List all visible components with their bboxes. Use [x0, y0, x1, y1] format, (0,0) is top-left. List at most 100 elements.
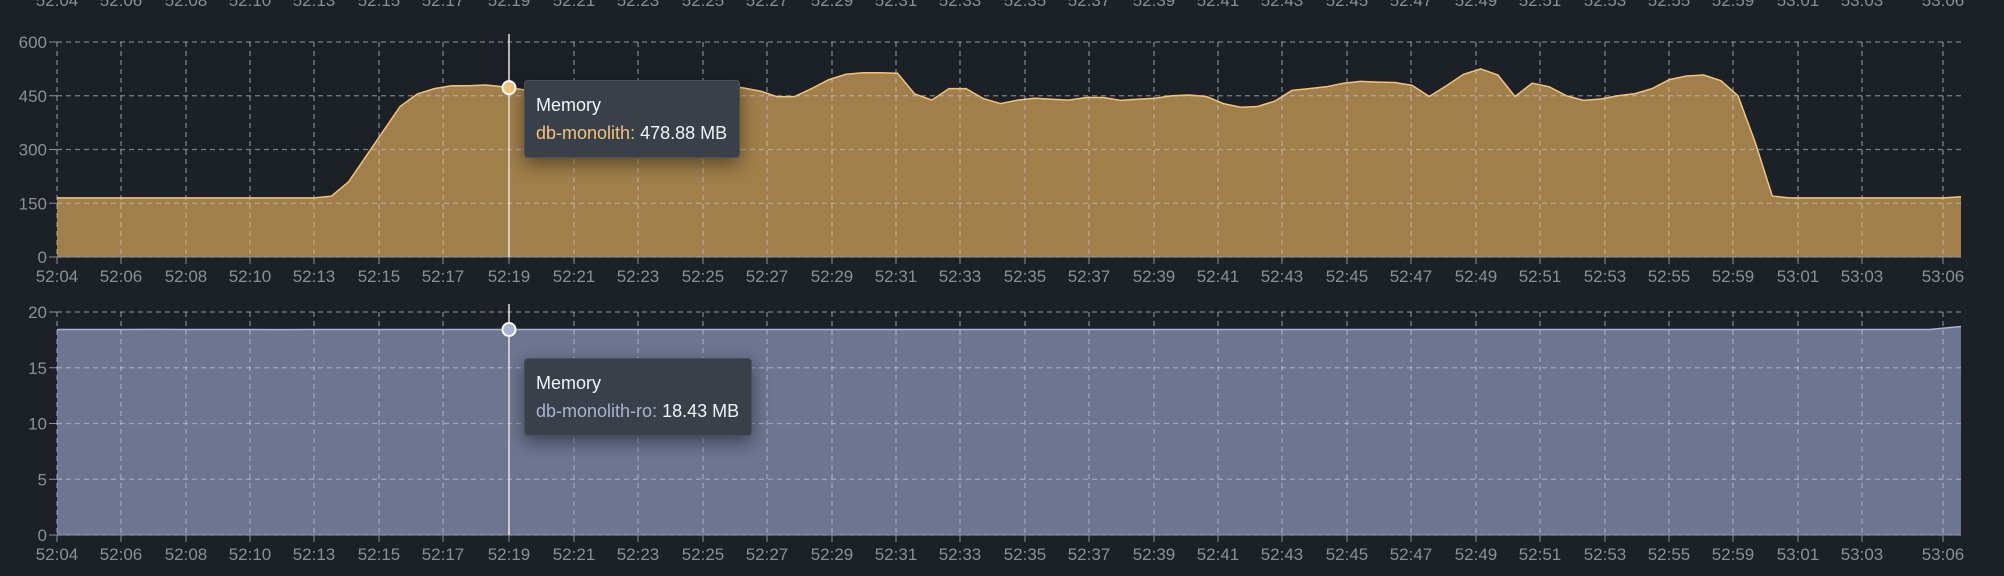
x-tick-label: 52:04	[36, 267, 79, 286]
x-tick-label: 53:01	[1777, 267, 1820, 286]
y-tick-label: 0	[38, 248, 47, 267]
x-tick-label-top: 52:27	[746, 0, 789, 10]
x-tick-label: 52:31	[875, 267, 918, 286]
x-tick-label-top: 52:49	[1455, 0, 1498, 10]
x-tick-label: 52:35	[1004, 267, 1047, 286]
x-tick-label-top: 52:08	[165, 0, 208, 10]
x-tick-label: 53:01	[1777, 545, 1820, 564]
x-tick-label: 52:06	[100, 545, 143, 564]
x-tick-label-top: 52:19	[488, 0, 531, 10]
x-tick-label: 53:03	[1841, 267, 1884, 286]
series-line-db-monolith-ro	[57, 325, 1962, 331]
x-tick-label: 52:45	[1326, 545, 1369, 564]
x-tick-label: 52:15	[358, 545, 401, 564]
x-tick-label: 52:45	[1326, 267, 1369, 286]
hover-point-db-monolith	[501, 80, 517, 96]
x-tick-label: 52:23	[617, 267, 660, 286]
x-tick-label-top: 52:10	[229, 0, 272, 10]
y-tick-label: 150	[19, 194, 47, 213]
x-tick-label: 52:39	[1133, 267, 1176, 286]
x-tick-label-top: 52:25	[682, 0, 725, 10]
y-tick-label: 600	[19, 33, 47, 52]
x-tick-label: 52:47	[1390, 267, 1433, 286]
x-tick-label: 52:33	[939, 267, 982, 286]
x-tick-label: 52:59	[1712, 545, 1755, 564]
x-tick-label: 52:13	[293, 267, 336, 286]
x-tick-label: 52:53	[1584, 267, 1627, 286]
x-tick-label: 52:33	[939, 545, 982, 564]
charts-svg: 015030045060052:0452:0452:0652:0652:0852…	[19, 0, 1965, 564]
x-tick-label: 52:43	[1261, 545, 1304, 564]
x-tick-label-top: 52:43	[1261, 0, 1304, 10]
tooltip-colon: :	[630, 123, 641, 143]
x-tick-label-top: 52:39	[1133, 0, 1176, 10]
x-tick-label: 52:53	[1584, 545, 1627, 564]
x-tick-label-top: 52:17	[422, 0, 465, 10]
tooltip-value: 478.88 MB	[640, 123, 728, 143]
x-tick-label: 52:49	[1455, 267, 1498, 286]
x-tick-label: 52:51	[1519, 545, 1562, 564]
chart-panel-1: 0 5 10 15 20 52:04 52:06 52:08 52:10 52:13 52:15 52…	[28, 303, 1964, 564]
x-tick-label: 52:25	[682, 267, 725, 286]
x-tick-label: 52:13	[293, 545, 336, 564]
y-tick-label: 5	[38, 470, 47, 489]
x-tick-label-top: 52:06	[100, 0, 143, 10]
x-tick-label: 52:17	[422, 545, 465, 564]
x-tick-label: 52:35	[1004, 545, 1047, 564]
x-tick-label: 52:39	[1133, 545, 1176, 564]
x-tick-label: 52:29	[811, 545, 854, 564]
y-tick-label: 15	[28, 359, 47, 378]
x-tick-label: 52:15	[358, 267, 401, 286]
x-tick-label: 52:47	[1390, 545, 1433, 564]
x-tick-label: 52:55	[1648, 545, 1691, 564]
chart-panel-0: 0 150 300 450 600 52:04 52:04 52:06 52:06 52:08 52…	[19, 0, 1965, 286]
x-tick-label: 52:19	[488, 267, 531, 286]
tooltip-memory-db-monolith-ro: Memory db-monolith-ro: 18.43 MB	[524, 358, 753, 436]
x-tick-label: 52:27	[746, 545, 789, 564]
y-tick-label: 0	[38, 526, 47, 545]
x-tick-label-top: 52:23	[617, 0, 660, 10]
x-tick-label-top: 52:51	[1519, 0, 1562, 10]
x-tick-label-top: 52:31	[875, 0, 918, 10]
x-tick-label-top: 52:15	[358, 0, 401, 10]
x-tick-label-top: 52:33	[939, 0, 982, 10]
x-tick-label: 52:10	[229, 267, 272, 286]
x-tick-label: 52:55	[1648, 267, 1691, 286]
y-tick-label: 20	[28, 303, 47, 322]
x-tick-label-top: 52:59	[1712, 0, 1755, 10]
x-tick-label: 52:27	[746, 267, 789, 286]
x-tick-label-top: 53:06	[1922, 0, 1965, 10]
x-tick-label-top: 52:45	[1326, 0, 1369, 10]
x-tick-label: 52:21	[553, 267, 596, 286]
x-tick-label: 53:06	[1922, 267, 1965, 286]
dashboard-stage: 0 150 300 450 600 52:04 52:04 52:06 52:06 52:08 52…	[0, 0, 2004, 576]
x-tick-label-top: 52:21	[553, 0, 596, 10]
x-tick-label: 52:21	[553, 545, 596, 564]
x-tick-label: 52:37	[1068, 545, 1111, 564]
tooltip-memory-db-monolith: Memory db-monolith: 478.88 MB	[524, 80, 741, 158]
x-tick-label: 52:19	[488, 545, 531, 564]
x-tick-label: 52:06	[100, 267, 143, 286]
x-tick-label-top: 52:35	[1004, 0, 1047, 10]
x-tick-label: 52:41	[1197, 267, 1240, 286]
tooltip-colon: :	[652, 401, 663, 421]
area-fill-db-monolith	[57, 68, 1961, 258]
x-tick-label: 52:51	[1519, 267, 1562, 286]
tooltip-title: Memory	[536, 95, 602, 115]
x-tick-label-top: 53:03	[1841, 0, 1884, 10]
x-tick-label: 52:08	[165, 545, 208, 564]
x-tick-label: 52:23	[617, 545, 660, 564]
tooltip-title: Memory	[536, 373, 602, 393]
tooltip-series-name: db-monolith-ro	[536, 401, 653, 421]
x-tick-label: 52:31	[875, 545, 918, 564]
x-tick-label: 52:37	[1068, 267, 1111, 286]
x-tick-label: 52:43	[1261, 267, 1304, 286]
x-tick-label-top: 52:29	[811, 0, 854, 10]
x-tick-label: 52:04	[36, 545, 79, 564]
x-tick-label: 52:49	[1455, 545, 1498, 564]
y-tick-label: 300	[19, 141, 47, 160]
x-tick-label-top: 52:37	[1068, 0, 1111, 10]
x-tick-label: 52:25	[682, 545, 725, 564]
x-tick-label: 52:10	[229, 545, 272, 564]
tooltip-series-name: db-monolith	[536, 123, 631, 143]
